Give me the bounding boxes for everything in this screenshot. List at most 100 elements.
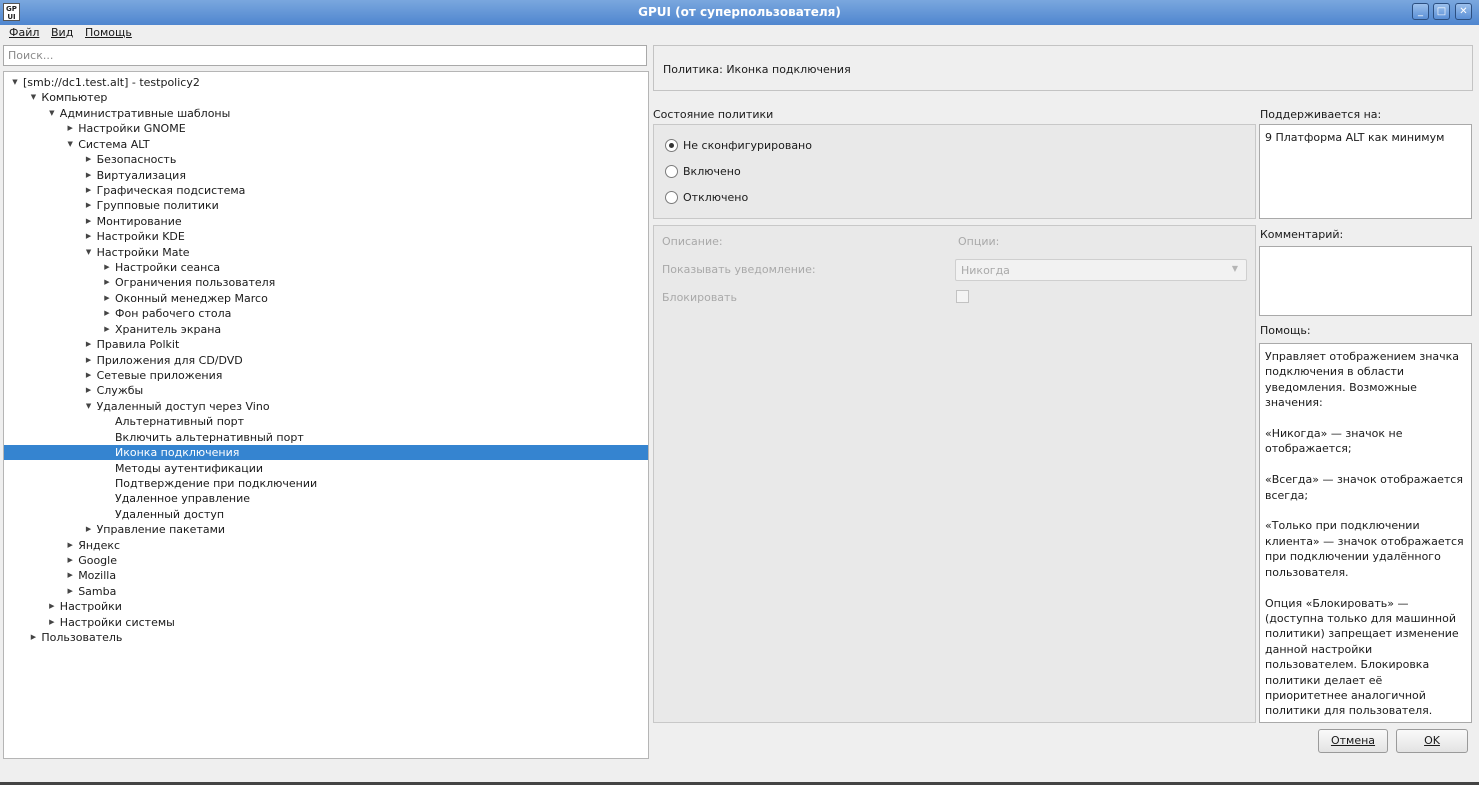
expand-closed-icon[interactable]: ▶ [65, 584, 75, 599]
expand-closed-icon[interactable]: ▶ [84, 183, 94, 198]
block-checkbox[interactable] [956, 290, 969, 303]
tree-item[interactable]: ▼ Удаленный доступ через Vino [4, 399, 648, 414]
expand-closed-icon[interactable]: ▶ [102, 275, 112, 290]
tree-item[interactable]: ▶ Ограничения пользователя [4, 275, 648, 290]
expand-closed-icon[interactable]: ▶ [84, 229, 94, 244]
tree-item[interactable]: ▶ Настройки [4, 599, 648, 614]
expand-closed-icon[interactable]: ▶ [84, 522, 94, 537]
minimize-icon[interactable]: _ [1412, 3, 1429, 20]
cancel-button[interactable]: Отмена [1318, 729, 1388, 753]
expand-closed-icon[interactable]: ▶ [84, 198, 94, 213]
expand-closed-icon[interactable]: ▶ [102, 291, 112, 306]
expand-open-icon[interactable]: ▼ [65, 137, 75, 152]
options-label: Опции: [958, 235, 1000, 248]
tree-item[interactable]: ▶ Настройки KDE [4, 229, 648, 244]
expand-closed-icon[interactable]: ▶ [102, 260, 112, 275]
expand-closed-icon[interactable]: ▶ [84, 168, 94, 183]
expand-closed-icon[interactable]: ▶ [65, 538, 75, 553]
tree-item-label: Методы аутентификации [115, 461, 264, 475]
tree-item[interactable]: ▶ Групповые политики [4, 198, 648, 213]
expand-closed-icon[interactable]: ▶ [65, 553, 75, 568]
radio-disabled-label[interactable]: Отключено [683, 191, 748, 204]
expand-open-icon[interactable]: ▼ [10, 75, 20, 90]
expand-closed-icon[interactable]: ▶ [47, 615, 57, 630]
expand-closed-icon[interactable]: ▶ [84, 353, 94, 368]
tree-item-label: Пользователь [41, 631, 123, 645]
tree-item[interactable]: ▶ Хранитель экрана [4, 322, 648, 337]
expand-open-icon[interactable]: ▼ [84, 399, 94, 414]
tree-item[interactable]: ▶ Правила Polkit [4, 337, 648, 352]
tree-item[interactable]: ▶ Управление пакетами [4, 522, 648, 537]
expand-closed-icon[interactable]: ▶ [47, 599, 57, 614]
tree-item[interactable]: ▶ Mozilla [4, 568, 648, 583]
expand-closed-icon[interactable]: ▶ [102, 306, 112, 321]
tree-item[interactable]: ▶ Яндекс [4, 538, 648, 553]
tree-item[interactable]: ▶ Сетевые приложения [4, 368, 648, 383]
ok-button[interactable]: OK [1396, 729, 1468, 753]
close-icon[interactable]: ✕ [1455, 3, 1472, 20]
tree-item[interactable]: ▼ [smb://dc1.test.alt] - testpolicy2 [4, 75, 648, 90]
expand-closed-icon[interactable]: ▶ [102, 322, 112, 337]
tree-item[interactable]: Удаленное управление [4, 491, 648, 506]
tree-item[interactable]: ▶ Фон рабочего стола [4, 306, 648, 321]
tree-item[interactable]: ▶ Настройки сеанса [4, 260, 648, 275]
tree-item[interactable]: ▶ Google [4, 553, 648, 568]
tree-item-label: Графическая подсистема [96, 183, 246, 197]
tree-item[interactable]: Удаленный доступ [4, 507, 648, 522]
tree-item[interactable]: ▶ Графическая подсистема [4, 183, 648, 198]
tree-item-label: Управление пакетами [96, 523, 226, 537]
tree-item[interactable]: Подтверждение при подключении [4, 476, 648, 491]
tree-item[interactable]: Альтернативный порт [4, 414, 648, 429]
tree-item[interactable]: ▶ Приложения для CD/DVD [4, 353, 648, 368]
expand-closed-icon[interactable]: ▶ [65, 568, 75, 583]
tree-item[interactable]: ▶ Настройки GNOME [4, 121, 648, 136]
menu-help[interactable]: Помощь [85, 26, 132, 39]
expand-open-icon[interactable]: ▼ [28, 90, 38, 105]
tree-item[interactable]: ▼ Система ALT [4, 137, 648, 152]
tree-item[interactable]: ▶ Монтирование [4, 214, 648, 229]
tree-item[interactable]: ▶ Настройки системы [4, 615, 648, 630]
menu-view[interactable]: Вид [51, 26, 73, 39]
help-label: Помощь: [1260, 324, 1311, 337]
tree-item[interactable]: Методы аутентификации [4, 461, 648, 476]
expand-closed-icon[interactable]: ▶ [28, 630, 38, 645]
tree-item[interactable]: ▶ Службы [4, 383, 648, 398]
tree-item[interactable]: ▶ Виртуализация [4, 168, 648, 183]
window-title: GPUI (от суперпользователя) [638, 5, 841, 19]
expand-open-icon[interactable]: ▼ [84, 245, 94, 260]
tree-item[interactable]: ▶ Samba [4, 584, 648, 599]
tree-item[interactable]: ▼ Административные шаблоны [4, 106, 648, 121]
tree-item[interactable]: ▼ Настройки Mate [4, 245, 648, 260]
expand-open-icon[interactable]: ▼ [47, 106, 57, 121]
expand-closed-icon[interactable]: ▶ [84, 214, 94, 229]
tree-item[interactable]: ▶ Безопасность [4, 152, 648, 167]
title-bar: GP UI GPUI (от суперпользователя) _ □ ✕ [0, 0, 1479, 25]
tree-item[interactable]: ▼ Компьютер [4, 90, 648, 105]
expand-closed-icon[interactable]: ▶ [84, 368, 94, 383]
help-text: Управляет отображением значка подключени… [1265, 350, 1464, 718]
expand-closed-icon[interactable]: ▶ [84, 152, 94, 167]
tree-item[interactable]: ▶ Оконный менеджер Marco [4, 291, 648, 306]
expand-closed-icon[interactable]: ▶ [65, 121, 75, 136]
expand-closed-icon[interactable]: ▶ [84, 337, 94, 352]
menu-bar: Файл Вид Помощь [0, 25, 1479, 43]
expand-closed-icon[interactable]: ▶ [84, 383, 94, 398]
tree-item-label: Samba [78, 584, 117, 598]
search-input[interactable] [4, 46, 646, 65]
tree-item-label: Яндекс [78, 538, 121, 552]
radio-not-configured-label[interactable]: Не сконфигурировано [683, 139, 812, 152]
tree-item[interactable]: ▶ Пользователь [4, 630, 648, 645]
show-notification-select[interactable]: Никогда ▼ [955, 259, 1247, 281]
radio-disabled[interactable] [665, 191, 678, 204]
menu-file[interactable]: Файл [9, 26, 39, 39]
radio-enabled[interactable] [665, 165, 678, 178]
policy-tree[interactable]: ▼ [smb://dc1.test.alt] - testpolicy2 ▼ Комп… [3, 71, 649, 759]
tree-item[interactable]: Иконка подключения [4, 445, 648, 461]
ok-button-label: OK [1424, 734, 1440, 747]
comment-field[interactable] [1259, 246, 1472, 316]
tree-item-label: Монтирование [96, 214, 182, 228]
tree-item[interactable]: Включить альтернативный порт [4, 430, 648, 445]
radio-not-configured[interactable] [665, 139, 678, 152]
radio-enabled-label[interactable]: Включено [683, 165, 741, 178]
maximize-icon[interactable]: □ [1433, 3, 1450, 20]
